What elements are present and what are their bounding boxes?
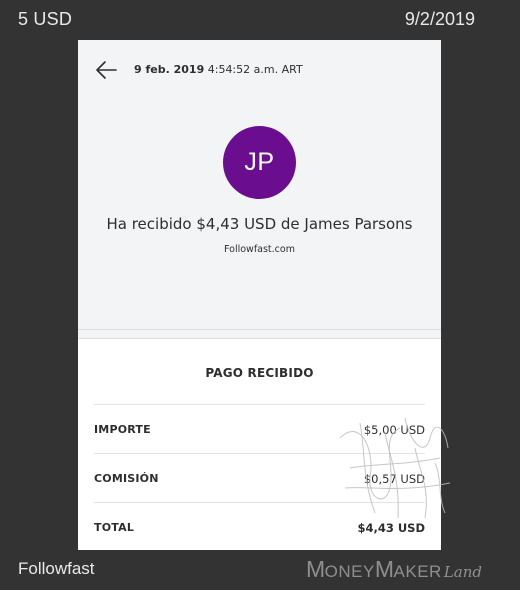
- detail-row-total: TOTAL $4,43 USD: [94, 502, 425, 550]
- received-title: Ha recibido $4,43 USD de James Parsons: [106, 215, 413, 233]
- section-divider: [78, 329, 441, 338]
- moneymaker-land-logo: M ONEY M AKER Land: [306, 556, 482, 583]
- logo-initial-m2: M: [374, 556, 394, 582]
- service-label: Followfast: [18, 559, 95, 578]
- detail-row-importe: IMPORTE $5,00 USD: [94, 404, 425, 453]
- sender-site: Followfast.com: [224, 244, 295, 255]
- arrow-left-icon[interactable]: [95, 60, 117, 80]
- section-title: PAGO RECIBIDO: [205, 366, 314, 380]
- row-label: IMPORTE: [94, 423, 151, 436]
- logo-text-aker: AKER: [393, 562, 442, 581]
- logo-text-oney: ONEY: [324, 562, 375, 581]
- transaction-header: 9 feb. 2019 4:54:52 a.m. ART JP Ha recib…: [78, 40, 441, 330]
- avatar: JP: [223, 126, 296, 199]
- row-value: $4,43 USD: [357, 521, 425, 535]
- transaction-date: 9 feb. 2019: [134, 63, 205, 76]
- row-value: $0,57 USD: [363, 472, 425, 486]
- date-label: 9/2/2019: [404, 9, 475, 29]
- transaction-time: 4:54:52 a.m. ART: [207, 63, 303, 76]
- logo-initial-m1: M: [306, 556, 325, 582]
- detail-row-comision: COMISIÓN $0,57 USD: [94, 453, 425, 502]
- row-label: TOTAL: [94, 521, 135, 534]
- logo-text-land: Land: [443, 563, 482, 581]
- transaction-screen: 9 feb. 2019 4:54:52 a.m. ART JP Ha recib…: [78, 40, 441, 550]
- row-value: $5,00 USD: [363, 423, 425, 437]
- amount-label: 5 USD: [18, 9, 73, 29]
- payment-details-card: PAGO RECIBIDO IMPORTE $5,00 USD COMISIÓN…: [78, 338, 441, 550]
- transaction-datetime: 9 feb. 2019 4:54:52 a.m. ART: [134, 63, 303, 76]
- row-label: COMISIÓN: [94, 472, 159, 485]
